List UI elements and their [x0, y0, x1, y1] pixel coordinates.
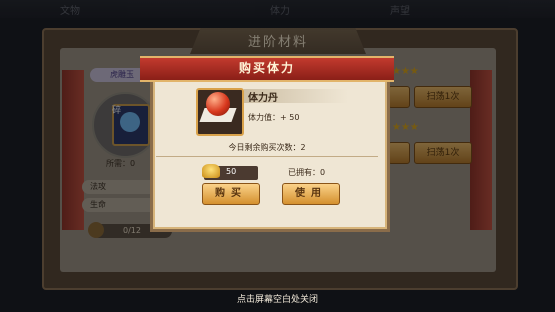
- use-button[interactable]: 使用: [282, 183, 340, 205]
- gold-ingot-icon: [202, 164, 220, 178]
- dialog-title: 购买体力: [238, 61, 295, 75]
- item-name: 体力丹: [248, 93, 278, 104]
- buy-button[interactable]: 购买: [202, 183, 260, 205]
- stamina-pill-icon: [206, 92, 230, 116]
- close-hint: 点击屏幕空白处关闭: [236, 295, 318, 305]
- cost-value: 50: [226, 167, 237, 176]
- divider: [156, 156, 378, 157]
- item-effect: 体力值：+ 50: [248, 113, 300, 122]
- remaining-purchases: 今日剩余购买次数：2: [228, 143, 306, 152]
- owned-count: 已拥有：0: [288, 168, 326, 177]
